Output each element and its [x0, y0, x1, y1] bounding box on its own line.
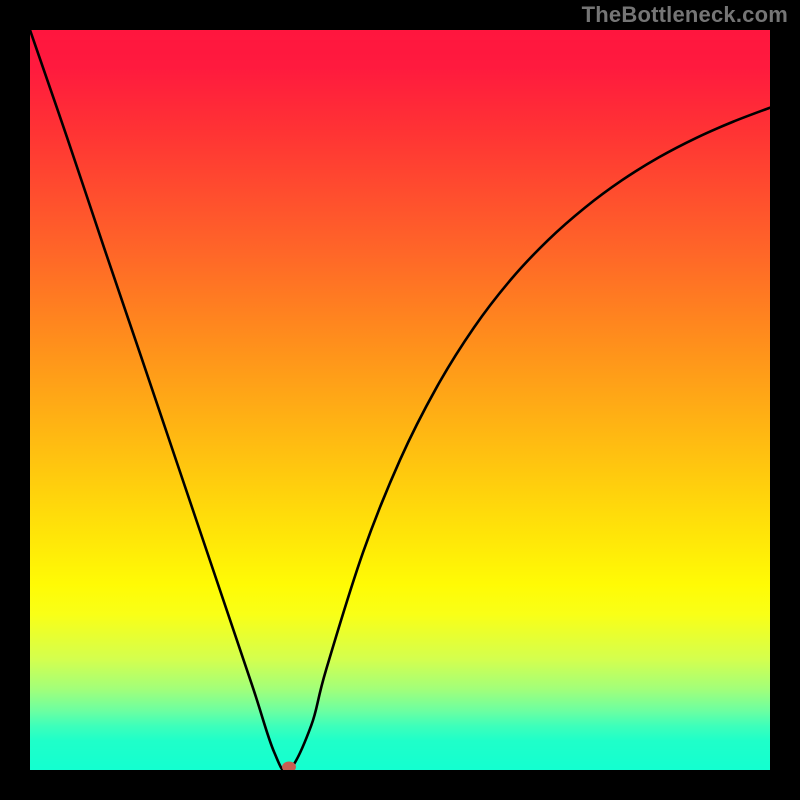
bottleneck-curve [30, 30, 770, 770]
plot-area [30, 30, 770, 770]
optimum-marker-icon [282, 762, 296, 771]
chart-frame: TheBottleneck.com [0, 0, 800, 800]
watermark-text: TheBottleneck.com [582, 2, 788, 28]
